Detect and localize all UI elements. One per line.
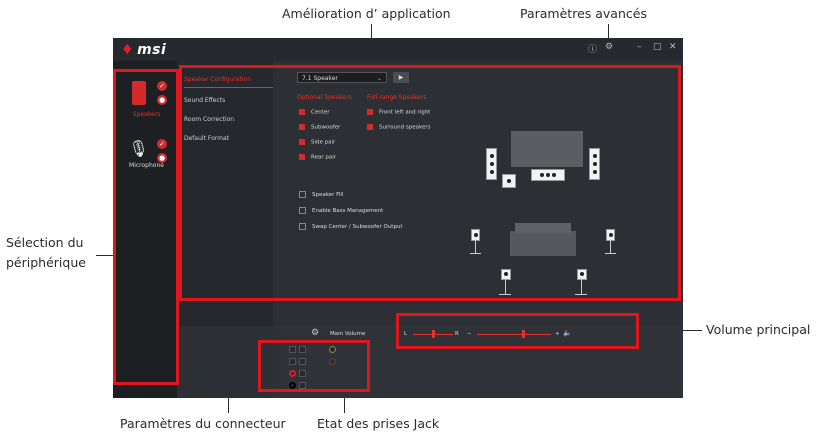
info-icon[interactable]: ⓘ [588, 42, 597, 55]
title-bar: ♦ msi ⓘ ⚙ – □ ✕ [113, 38, 683, 61]
highlight-app-enhancement [179, 65, 681, 301]
main-volume-label: Main Volume [330, 331, 366, 337]
close-icon[interactable]: ✕ [669, 42, 677, 52]
annotation-advanced-settings: Paramètres avancés [520, 6, 647, 21]
dragon-icon: ♦ [121, 42, 135, 58]
maximize-icon[interactable]: □ [653, 42, 662, 52]
annotation-app-enhancement: Amélioration d’ application [282, 6, 451, 21]
msi-logo: ♦ msi [121, 42, 166, 58]
settings-gear-icon[interactable]: ⚙ [605, 42, 613, 52]
highlight-jack-status [258, 340, 370, 392]
annotation-device-selection-2: périphérique [6, 255, 86, 270]
annotation-jack-status: Etat des prises Jack [317, 416, 440, 431]
annotation-device-selection-1: Sélection du [6, 235, 84, 250]
logo-text: msi [137, 42, 167, 58]
connector-settings-gear-icon[interactable]: ⚙ [311, 328, 319, 338]
annotation-connector-settings: Paramètres du connecteur [120, 416, 286, 431]
annotation-main-volume: Volume principal [706, 322, 811, 337]
minimize-icon[interactable]: – [637, 42, 642, 52]
highlight-main-volume [396, 313, 639, 349]
highlight-device-selection [113, 69, 179, 385]
leader-device-selection [96, 255, 114, 256]
